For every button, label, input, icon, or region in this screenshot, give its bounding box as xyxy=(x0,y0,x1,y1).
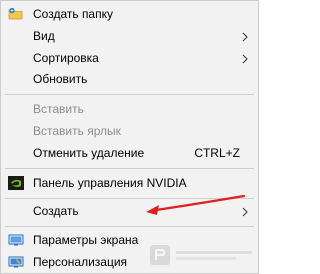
desktop-context-menu: Создать папку Вид Сортировка Обновить Вс… xyxy=(0,0,259,274)
chevron-right-icon xyxy=(240,31,250,42)
menu-item-label: Панель управления NVIDIA xyxy=(33,176,187,190)
display-icon xyxy=(8,233,24,247)
menu-item-nvidia-control-panel[interactable]: Панель управления NVIDIA xyxy=(1,172,258,194)
menu-item-paste-shortcut: Вставить ярлык xyxy=(1,120,258,142)
menu-item-label: Создать папку xyxy=(33,7,113,21)
menu-item-label: Обновить xyxy=(33,72,88,86)
chevron-right-icon xyxy=(240,53,250,64)
menu-item-label: Сортировка xyxy=(33,51,99,65)
menu-separator xyxy=(5,94,254,95)
menu-item-refresh[interactable]: Обновить xyxy=(1,68,258,90)
menu-item-undo-delete[interactable]: Отменить удаление CTRL+Z xyxy=(1,142,258,164)
menu-item-label: Вид xyxy=(33,29,55,43)
menu-item-label: Параметры экрана xyxy=(33,233,139,247)
personalize-icon xyxy=(8,255,24,269)
watermark-logo xyxy=(150,241,256,269)
new-folder-icon xyxy=(8,7,24,21)
menu-item-view[interactable]: Вид xyxy=(1,25,258,47)
nvidia-logo-icon xyxy=(8,176,24,190)
menu-item-label: Вставить xyxy=(33,102,84,116)
annotation-arrow xyxy=(140,193,250,219)
shortcut-label: CTRL+Z xyxy=(194,146,240,160)
menu-item-paste: Вставить xyxy=(1,98,258,120)
menu-item-label: Вставить ярлык xyxy=(33,124,121,138)
menu-separator xyxy=(5,168,254,169)
menu-item-label: Создать xyxy=(33,204,79,218)
menu-item-label: Отменить удаление xyxy=(33,146,145,160)
menu-item-new-folder[interactable]: Создать папку xyxy=(1,3,258,25)
menu-separator xyxy=(5,226,254,227)
menu-item-sort[interactable]: Сортировка xyxy=(1,47,258,69)
menu-item-label: Персонализация xyxy=(33,255,128,269)
